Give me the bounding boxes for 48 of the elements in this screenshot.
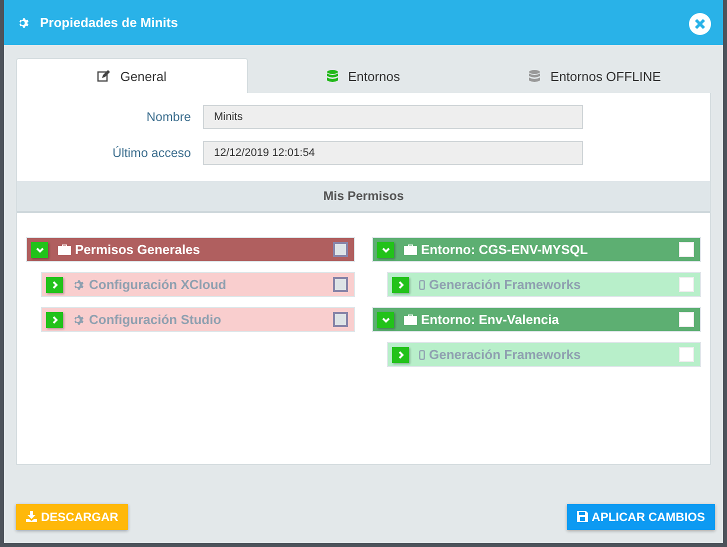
expand-toggle[interactable] [377,312,394,328]
chevron-down-icon [382,246,390,254]
tab[interactable]: Entornos OFFLINE [479,58,712,93]
gear-icon [73,278,85,290]
chevron-right-icon [50,316,58,324]
save-icon [576,511,588,522]
expand-toggle[interactable] [377,242,394,258]
briefcase-icon [404,244,417,255]
text-field[interactable]: Minits [203,105,583,129]
briefcase-icon [404,314,417,325]
item-label: Generación Frameworks [429,347,581,362]
field-label: Último acceso [112,146,191,160]
item-label: Generación Frameworks [429,277,581,292]
group-label: Entorno: CGS-ENV-MYSQL [421,242,588,257]
save-button[interactable]: APLICAR CAMBIOS [566,504,715,530]
edit-icon [97,70,110,82]
download-icon [26,511,37,522]
close-icon [694,18,706,30]
chevron-down-icon [382,316,390,324]
mobile-icon [419,280,425,290]
chevron-down-icon [36,246,44,254]
close-button[interactable] [689,12,711,34]
group-label: Entorno: Env-Valencia [421,312,559,327]
tab[interactable]: Entornos [248,58,480,93]
window-title: Propiedades de Minits [40,15,179,30]
item-label: Configuración Studio [89,312,222,327]
permission-item[interactable]: Generación Frameworks [387,342,701,367]
chevron-right-icon [396,280,404,288]
chevron-right-icon [396,350,404,358]
mobile-icon [419,350,425,360]
settings-icon [18,16,30,28]
permission-item[interactable]: Generación Frameworks [387,272,701,297]
permission-group[interactable]: Entorno: Env-Valencia [372,307,701,332]
permission-group[interactable]: Entorno: CGS-ENV-MYSQL [372,237,701,262]
database-icon [326,70,338,82]
expand-toggle[interactable] [392,346,409,362]
gear-icon [73,314,85,326]
chevron-right-icon [50,280,58,288]
download-button[interactable]: DESCARGAR [16,504,128,530]
tab[interactable]: General [16,58,248,93]
group-label: Permisos Generales [75,242,200,257]
expand-toggle[interactable] [392,276,409,292]
briefcase-icon [58,244,71,255]
section-header: Mis Permisos [17,181,710,213]
field-label: Nombre [146,110,191,124]
item-label: Configuración XCloud [89,277,226,292]
database-icon [529,70,540,82]
text-field[interactable]: 12/12/2019 12:01:54 [203,141,583,165]
